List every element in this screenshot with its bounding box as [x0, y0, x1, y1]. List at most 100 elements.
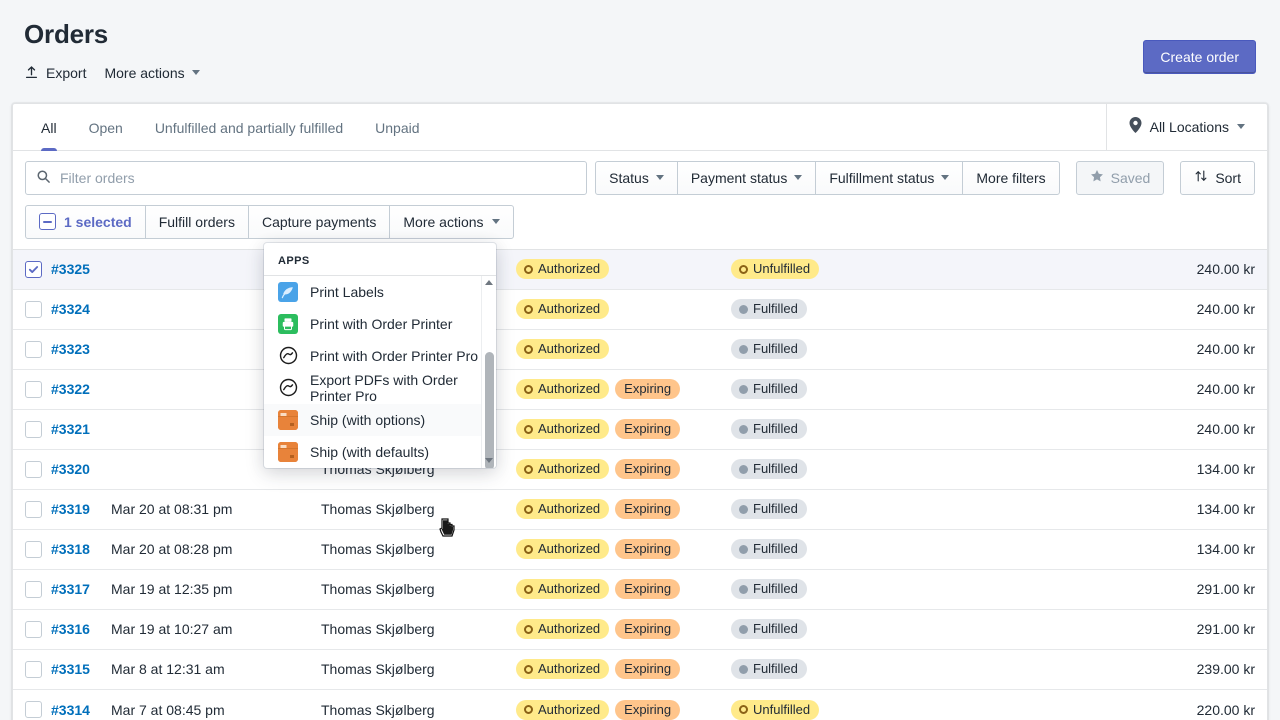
row-checkbox-cell[interactable]	[25, 580, 51, 598]
apps-menu-item-label: Print Labels	[310, 283, 384, 300]
order-number-link[interactable]: #3322	[51, 381, 111, 397]
location-filter[interactable]: All Locations	[1105, 103, 1267, 150]
checkbox-icon[interactable]	[25, 540, 42, 558]
apps-menu-item-label: Ship (with options)	[310, 411, 426, 428]
apps-menu-item[interactable]: Ship (with options)	[264, 403, 496, 436]
row-checkbox-cell[interactable]	[25, 380, 51, 398]
scroll-up-arrow-icon[interactable]	[482, 276, 496, 290]
order-number-link[interactable]: #3316	[51, 621, 111, 637]
order-number-link[interactable]: #3320	[51, 461, 111, 477]
row-checkbox-cell[interactable]	[25, 420, 51, 438]
fulfillment-status-label: Fulfilled	[753, 421, 798, 437]
table-row[interactable]: #3319 Mar 20 at 08:31 pm Thomas Skjølberg A…	[13, 490, 1267, 530]
table-row[interactable]: #3320 Thomas Skjølberg Authorized Expiring F…	[13, 450, 1267, 490]
checkbox-icon[interactable]	[25, 340, 42, 358]
bulk-more-actions-button[interactable]: More actions	[389, 204, 514, 239]
apps-menu-item[interactable]: Print with Order Printer	[264, 308, 496, 340]
checkbox-icon[interactable]	[25, 620, 42, 638]
select-all-toggle[interactable]: 1 selected	[25, 204, 146, 239]
checkbox-icon[interactable]	[25, 580, 42, 598]
payment-status-badge: Authorized	[516, 699, 610, 720]
table-row[interactable]: #3315 Mar 8 at 12:31 am Thomas Skjølberg Au…	[13, 650, 1267, 690]
order-number-link[interactable]: #3321	[51, 421, 111, 437]
row-checkbox-cell[interactable]	[25, 260, 51, 278]
fulfillment-status-label: Fulfilled	[753, 661, 798, 677]
table-row[interactable]: #3318 Mar 20 at 08:28 pm Thomas Skjølberg A…	[13, 530, 1267, 570]
scrollbar-thumb[interactable]	[485, 351, 494, 468]
table-row[interactable]: #3314 Mar 7 at 08:45 pm Thomas Skjølberg Au…	[13, 690, 1267, 720]
checkbox-icon[interactable]	[25, 500, 42, 518]
table-row[interactable]: #3325Thomas SkjølbergAuthorizedUnfulfill…	[13, 249, 1267, 290]
order-number-link[interactable]: #3324	[51, 301, 111, 317]
apps-menu-item[interactable]: Print with Order Printer Pro	[264, 340, 496, 372]
payment-status-label: Authorized	[538, 701, 601, 717]
table-row[interactable]: #3321Thomas SkjølbergAuthorizedExpiringF…	[13, 410, 1267, 450]
row-checkbox-cell[interactable]	[25, 300, 51, 318]
fulfill-orders-button[interactable]: Fulfill orders	[144, 204, 249, 239]
order-number-link[interactable]: #3315	[51, 661, 111, 677]
apps-menu-scrollbar[interactable]	[481, 275, 496, 468]
checkbox-icon[interactable]	[25, 660, 42, 678]
apps-menu-item[interactable]: Export PDFs with Order Printer Pro	[264, 372, 496, 404]
filter-status[interactable]: Status	[595, 160, 678, 195]
export-button[interactable]: Export	[24, 65, 86, 81]
order-number-link[interactable]: #3325	[51, 261, 111, 277]
checkbox-icon[interactable]	[25, 420, 42, 438]
table-row[interactable]: #3324Thomas SkjølbergAuthorizedFulfilled…	[13, 290, 1267, 330]
row-checkbox-cell[interactable]	[25, 340, 51, 358]
ship-app-icon	[278, 441, 298, 462]
order-number-link[interactable]: #3317	[51, 581, 111, 597]
more-actions-button[interactable]: More actions	[104, 65, 200, 81]
checkbox-icon[interactable]	[25, 701, 42, 719]
order-number-link[interactable]: #3318	[51, 541, 111, 557]
capture-payments-button[interactable]: Capture payments	[247, 204, 391, 239]
tab-unpaid[interactable]: Unpaid	[359, 104, 435, 150]
table-row[interactable]: #3317 Mar 19 at 12:35 pm Thomas Skjølberg A…	[13, 570, 1267, 610]
scroll-down-arrow-icon[interactable]	[482, 454, 496, 468]
checkbox-checked-icon[interactable]	[25, 260, 42, 278]
status-ring-icon	[524, 464, 533, 474]
status-ring-icon	[524, 544, 533, 554]
apps-menu-item[interactable]: Print Labels	[264, 276, 496, 308]
tab-unfulfilled-and-partially-fulfilled[interactable]: Unfulfilled and partially fulfilled	[139, 104, 359, 150]
filter-payment-status[interactable]: Payment status	[676, 160, 817, 195]
apps-menu-item[interactable]: Ship (with defaults)	[264, 436, 496, 468]
chevron-down-icon	[655, 175, 664, 181]
row-checkbox-cell[interactable]	[25, 620, 51, 638]
row-checkbox-cell[interactable]	[25, 701, 51, 719]
checkbox-icon[interactable]	[25, 460, 42, 478]
filter-fulfillment-status[interactable]: Fulfillment status	[815, 160, 964, 195]
payment-status-cell: Authorized	[516, 339, 731, 360]
payment-status-label: Authorized	[538, 661, 601, 677]
checkbox-icon[interactable]	[25, 380, 42, 398]
order-number-link[interactable]: #3314	[51, 702, 111, 718]
create-order-button[interactable]: Create order	[1143, 40, 1256, 74]
indeterminate-checkbox-icon[interactable]	[39, 213, 56, 231]
filter-more-filters[interactable]: More filters	[962, 160, 1060, 195]
fulfillment-status-label: Fulfilled	[753, 581, 798, 597]
tab-all[interactable]: All	[25, 104, 73, 151]
table-row[interactable]: #3323Thomas SkjølbergAuthorizedFulfilled…	[13, 330, 1267, 370]
export-icon	[24, 65, 39, 80]
saved-filters-button[interactable]: Saved	[1075, 160, 1165, 195]
row-checkbox-cell[interactable]	[25, 460, 51, 478]
tab-open[interactable]: Open	[73, 104, 139, 150]
sort-button[interactable]: Sort	[1180, 160, 1255, 195]
row-checkbox-cell[interactable]	[25, 660, 51, 678]
table-row[interactable]: #3316 Mar 19 at 10:27 am Thomas Skjølberg A…	[13, 610, 1267, 650]
bulk-actions-row: 1 selected Fulfill orders Capture paymen…	[13, 204, 1267, 249]
order-number-link[interactable]: #3319	[51, 501, 111, 517]
search-input[interactable]	[60, 169, 577, 186]
row-checkbox-cell[interactable]	[25, 500, 51, 518]
row-checkbox-cell[interactable]	[25, 540, 51, 558]
fulfillment-status-badge: Fulfilled	[731, 579, 807, 600]
order-number-link[interactable]: #3323	[51, 341, 111, 357]
star-icon	[1090, 169, 1104, 186]
checkbox-icon[interactable]	[25, 300, 42, 318]
selected-count-label: 1 selected	[64, 213, 132, 230]
table-row[interactable]: #3322Thomas SkjølbergAuthorizedExpiringF…	[13, 370, 1267, 410]
order-total: 240.00 kr	[1196, 261, 1255, 278]
search-field[interactable]	[25, 160, 588, 195]
fulfillment-status-badge: Fulfilled	[731, 619, 807, 640]
order-customer: Thomas Skjølberg	[321, 701, 435, 718]
